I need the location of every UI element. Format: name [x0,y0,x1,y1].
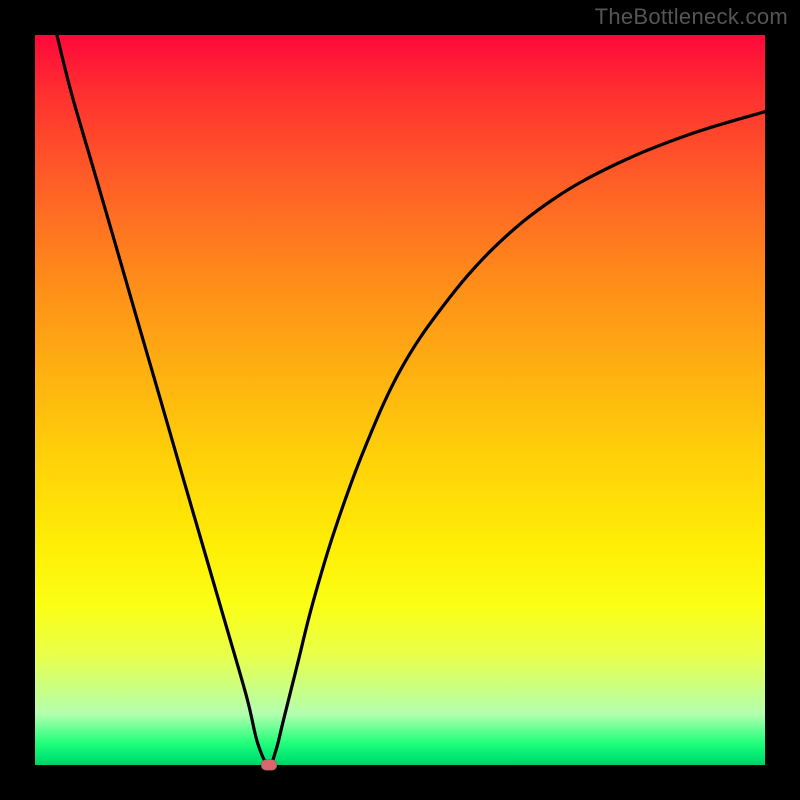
optimal-point-marker [261,760,277,771]
watermark-text: TheBottleneck.com [595,4,788,30]
plot-area [35,35,765,765]
curve-layer [35,35,765,765]
bottleneck-curve [57,35,765,765]
chart-container: TheBottleneck.com [0,0,800,800]
